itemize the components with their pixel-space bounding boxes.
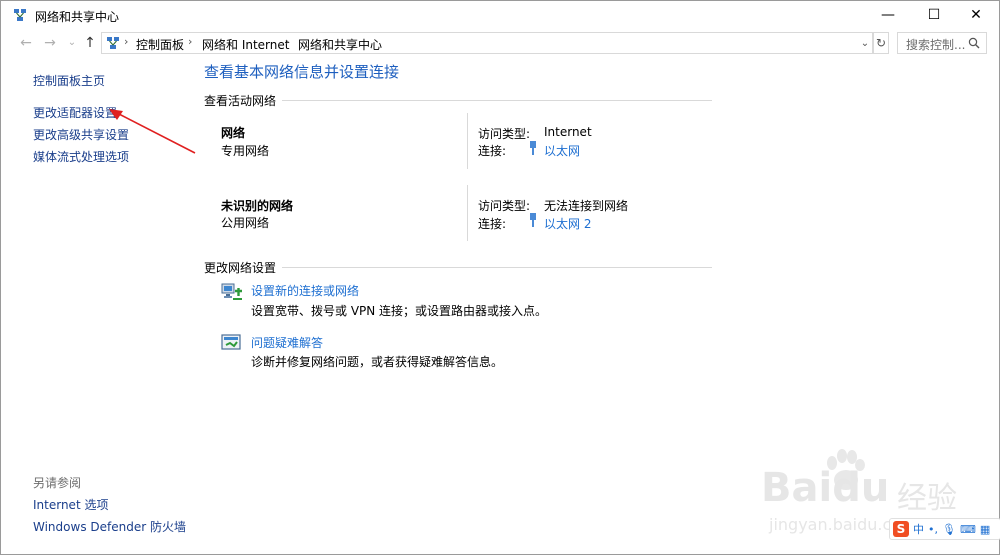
setup-new-connection-link[interactable]: 设置新的连接或网络 xyxy=(251,282,359,299)
setup-new-connection-description: 设置宽带、拨号或 VPN 连接；或设置路由器或接入点。 xyxy=(251,304,548,318)
network-category[interactable]: 公用网络 xyxy=(221,214,269,231)
navigation-bar: ← → ⌄ ↑ › 控制面板 › 网络和 Internet › 网络和共享中心 … xyxy=(1,29,999,57)
search-icon xyxy=(968,37,980,49)
see-also-heading: 另请参阅 xyxy=(33,476,82,490)
breadcrumb-separator: › xyxy=(285,35,290,48)
ime-voice-icon[interactable]: 🎙 xyxy=(942,523,956,536)
control-panel-window: 网络和共享中心 — ☐ ✕ ← → ⌄ ↑ › 控制面板 › 网络和 Inter… xyxy=(0,0,1000,555)
page-title: 查看基本网络信息并设置连接 xyxy=(204,63,400,81)
troubleshoot-description: 诊断并修复网络问题，或者获得疑难解答信息。 xyxy=(251,355,504,369)
breadcrumb-separator: › xyxy=(124,35,129,48)
column-divider xyxy=(467,185,468,241)
active-networks-heading: 查看活动网络 xyxy=(204,92,283,109)
access-type-value: Internet xyxy=(544,125,592,139)
window-title: 网络和共享中心 xyxy=(35,10,120,24)
breadcrumb-network-sharing-center[interactable]: 网络和共享中心 xyxy=(298,36,382,53)
sidebar-link-control-panel-home[interactable]: 控制面板主页 xyxy=(33,72,105,89)
maximize-button[interactable]: ☐ xyxy=(911,1,957,29)
network-center-icon xyxy=(14,9,26,21)
column-divider xyxy=(467,113,468,169)
breadcrumb-control-panel[interactable]: 控制面板 xyxy=(136,36,184,53)
network-name: 未识别的网络 xyxy=(221,199,294,213)
see-also-windows-firewall[interactable]: Windows Defender 防火墙 xyxy=(33,518,186,535)
ethernet-2-connection-link[interactable]: 以太网 2 xyxy=(544,215,591,232)
back-button[interactable]: ← xyxy=(17,33,35,53)
network-center-icon xyxy=(107,37,119,49)
access-type-label: 访问类型: xyxy=(478,199,531,213)
breadcrumb-network-internet[interactable]: 网络和 Internet xyxy=(202,36,289,53)
breadcrumb-separator: › xyxy=(188,35,193,48)
connections-label: 连接: xyxy=(478,217,507,231)
recent-locations-button[interactable]: ⌄ xyxy=(63,33,81,53)
network-name: 网络 xyxy=(221,126,246,140)
address-dropdown-button[interactable]: ⌄ xyxy=(858,36,872,52)
minimize-button[interactable]: — xyxy=(865,1,911,29)
address-bar[interactable]: › 控制面板 › 网络和 Internet › 网络和共享中心 ⌄ xyxy=(101,32,873,54)
search-placeholder: 搜索控制... xyxy=(906,38,966,52)
network-setup-icon xyxy=(221,283,242,300)
ime-toolbar: S 中 •, 🎙 ⌨ ▦ xyxy=(889,518,1000,540)
ime-menu-icon[interactable]: ▦ xyxy=(980,523,990,536)
access-type-value: 无法连接到网络 xyxy=(544,199,629,213)
close-button[interactable]: ✕ xyxy=(953,1,999,29)
ethernet-icon xyxy=(530,213,536,227)
watermark-brand-cn: 经验 xyxy=(897,481,957,516)
watermark-brand: Baidu xyxy=(761,465,890,511)
up-button[interactable]: ↑ xyxy=(81,33,99,53)
connections-label: 连接: xyxy=(478,144,507,158)
troubleshoot-link[interactable]: 问题疑难解答 xyxy=(251,334,323,351)
see-also-internet-options[interactable]: Internet 选项 xyxy=(33,496,108,513)
ime-language-toggle[interactable]: 中 xyxy=(913,521,924,537)
title-bar: 网络和共享中心 — ☐ ✕ xyxy=(1,1,999,29)
ime-keyboard-icon[interactable]: ⌨ xyxy=(960,523,976,536)
ime-punctuation-toggle[interactable]: •, xyxy=(928,523,938,536)
access-type-label: 访问类型: xyxy=(478,127,531,141)
change-settings-heading: 更改网络设置 xyxy=(204,259,283,276)
troubleshoot-icon xyxy=(221,334,241,350)
search-input[interactable]: 搜索控制... xyxy=(897,32,987,54)
refresh-button[interactable]: ↻ xyxy=(873,32,889,54)
ethernet-connection-link[interactable]: 以太网 xyxy=(544,142,580,159)
annotation-arrow xyxy=(109,109,196,154)
forward-button[interactable]: → xyxy=(41,33,59,53)
sogou-logo-icon[interactable]: S xyxy=(893,521,909,537)
network-category[interactable]: 专用网络 xyxy=(221,142,269,159)
ethernet-icon xyxy=(530,141,536,155)
